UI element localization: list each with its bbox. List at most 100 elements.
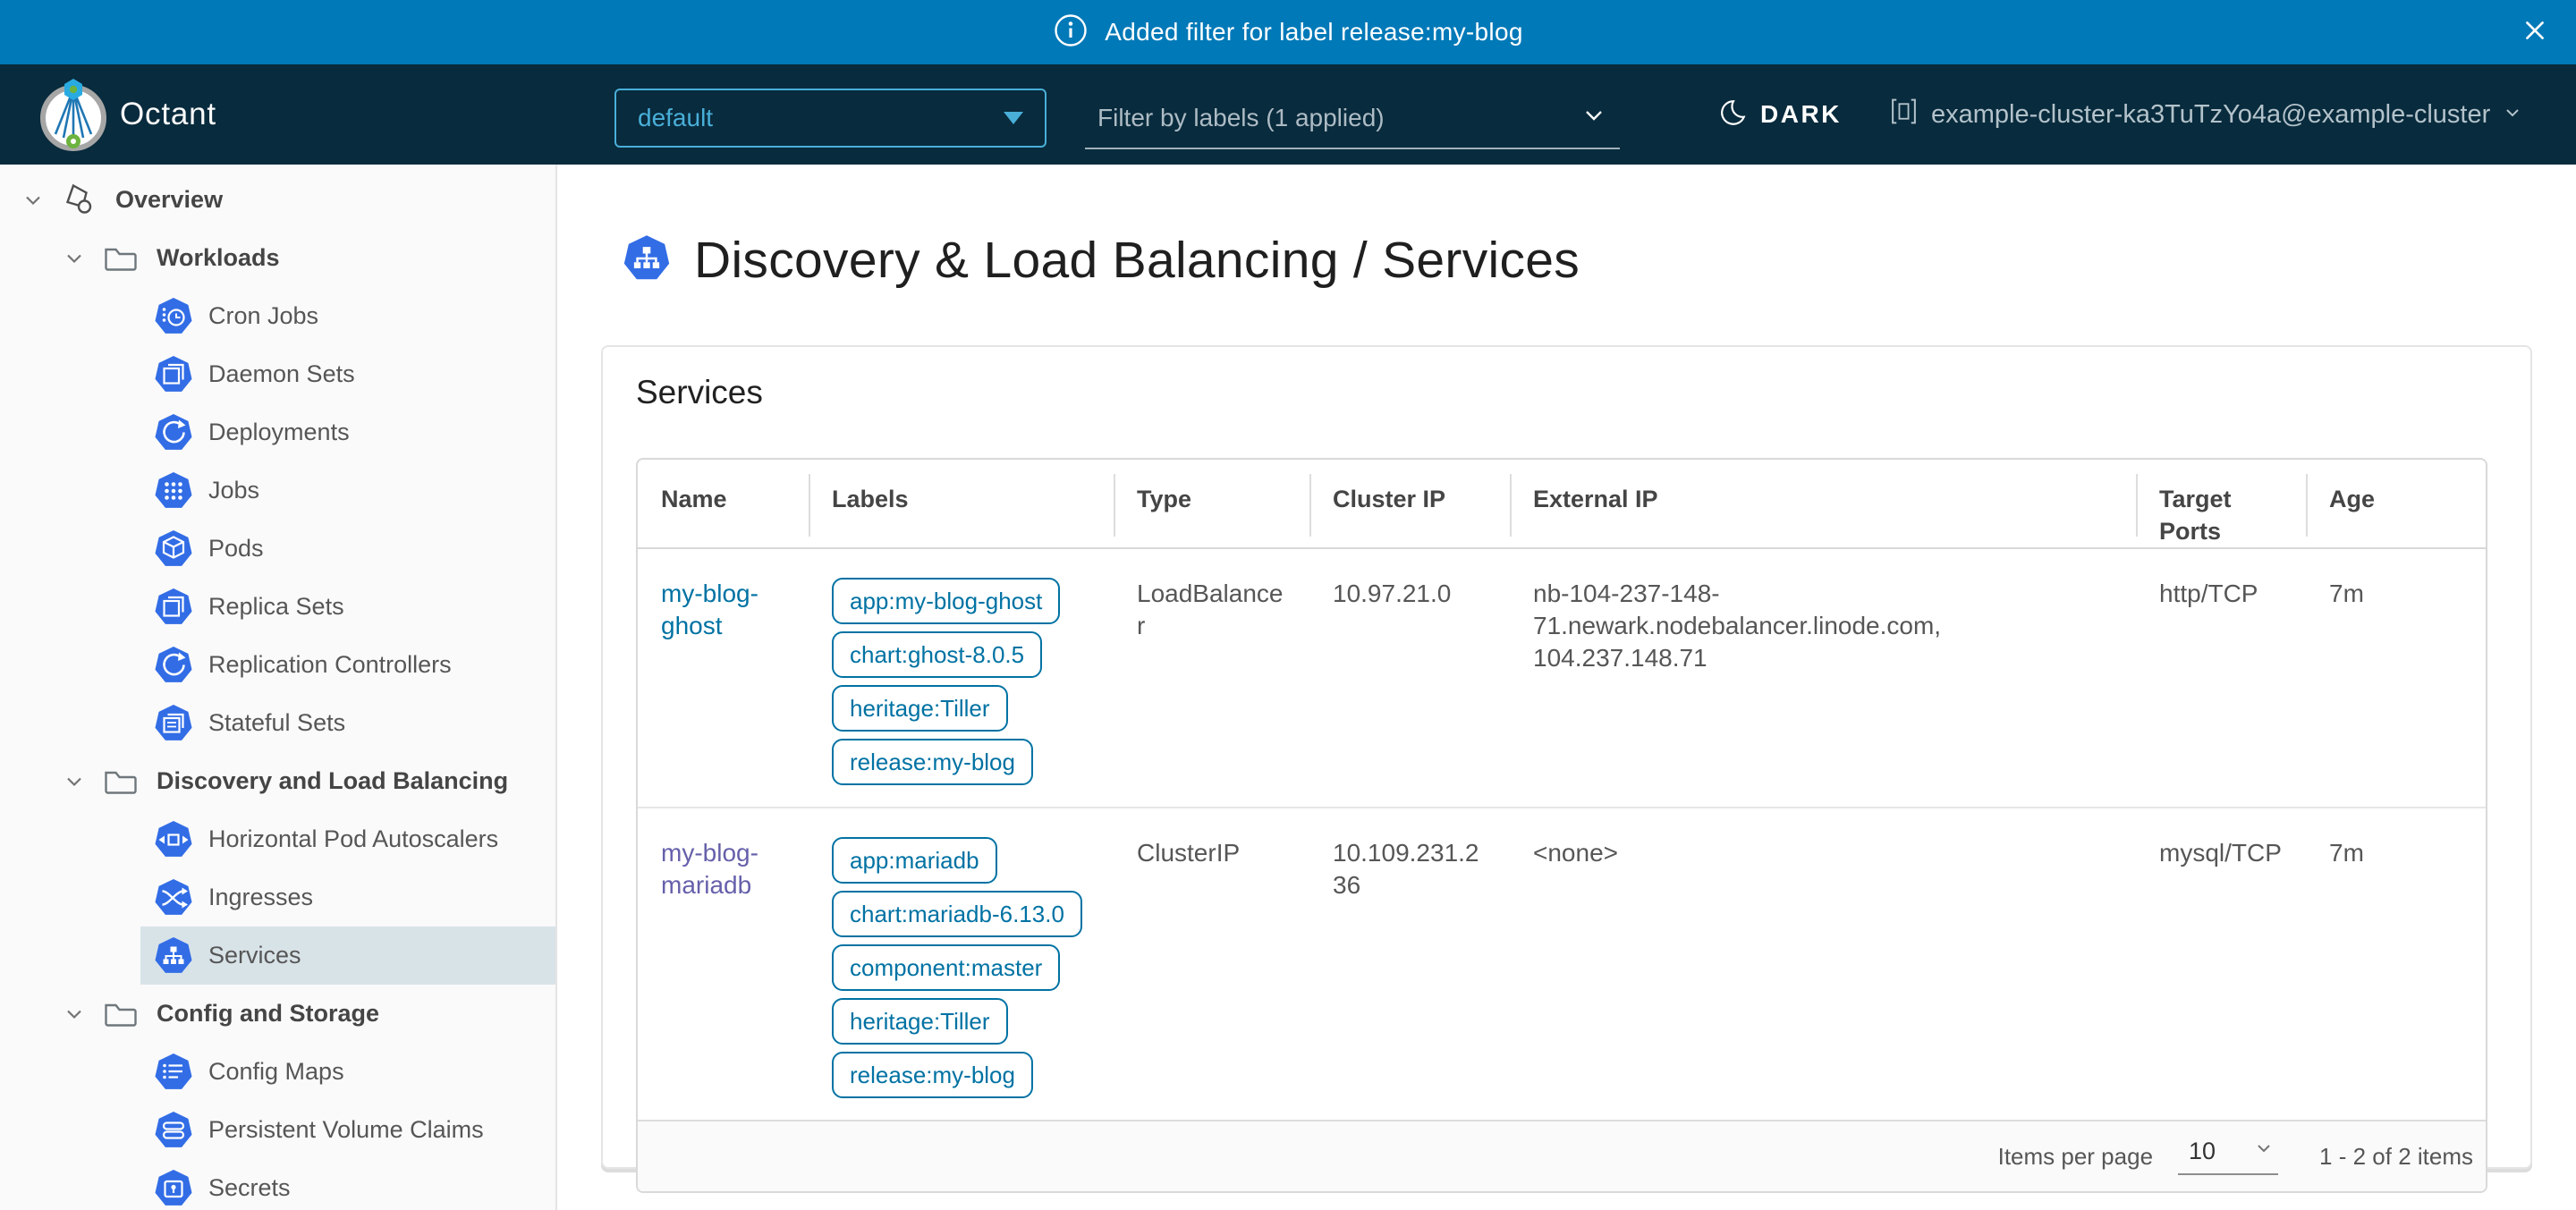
table-row: my-blog-ghost app:my-blog-ghost chart:ghos… [638,548,2487,808]
column-header-external-ip: External IP [1512,460,2138,548]
sidebar-item-jobs[interactable]: Jobs [0,461,555,520]
objects-icon [59,180,100,221]
services-icon [623,234,671,287]
label-chip[interactable]: app:mariadb [832,837,997,884]
items-per-page-select[interactable]: 10 [2178,1138,2278,1175]
close-icon [2518,13,2552,52]
column-header-cluster-ip: Cluster IP [1311,460,1512,548]
sidebar-item-label: Secrets [208,1174,291,1202]
sidebar-item-daemon-sets[interactable]: Daemon Sets [0,345,555,403]
table-footer: Items per page 10 1 - 2 of 2 items [638,1120,2486,1191]
replicationcontrollers-icon [154,646,193,685]
folder-icon [100,761,141,802]
sidebar-item-config-and-storage[interactable]: Config and Storage [0,985,555,1043]
label-chip[interactable]: chart:ghost-8.0.5 [832,631,1042,678]
column-header-age: Age [2308,460,2487,548]
label-chip[interactable]: release:my-blog [832,1052,1033,1098]
sidebar-item-overview[interactable]: Overview [0,171,555,229]
age-cell: 7m [2308,548,2487,808]
sidebar-item-secrets[interactable]: Secrets [0,1159,555,1210]
column-header-target-ports: Target Ports [2138,460,2308,548]
sidebar-item-persistent-volume-claims[interactable]: Persistent Volume Claims [0,1101,555,1159]
label-chip[interactable]: chart:mariadb-6.13.0 [832,891,1082,937]
services-table: NameLabelsTypeCluster IPExternal IPTarge… [636,458,2487,1193]
sidebar-item-replica-sets[interactable]: Replica Sets [0,578,555,636]
host-icon [1889,97,1919,133]
app-header: Octant default Filter by labels (1 appli… [0,64,2576,165]
app-title: Octant [120,64,216,165]
main-content: Discovery & Load Balancing / Services Se… [557,165,2576,1210]
ingresses-icon [154,878,193,918]
sidebar-item-workloads[interactable]: Workloads [0,229,555,287]
replicasets-icon [154,588,193,627]
service-link[interactable]: my-blog-ghost [661,580,758,639]
caret-down-icon [1004,112,1023,124]
service-link[interactable]: my-blog-mariadb [661,839,758,899]
label-chip[interactable]: heritage:Tiller [832,998,1008,1045]
sidebar-item-label: Ingresses [208,884,313,911]
chevron-down-icon [2503,100,2522,130]
chevron-down-icon[interactable] [63,249,86,268]
age-cell: 7m [2308,808,2487,1120]
chevron-down-icon[interactable] [63,772,86,791]
items-per-page-value: 10 [2189,1138,2216,1165]
chevron-down-icon[interactable] [63,1004,86,1024]
chevron-down-icon [2253,1138,2275,1165]
sidebar-item-discovery-and-load-balancing[interactable]: Discovery and Load Balancing [0,752,555,810]
sidebar-item-ingresses[interactable]: Ingresses [0,868,555,927]
chevron-down-icon [1580,102,1607,135]
sidebar-item-services[interactable]: Services [0,927,555,985]
sidebar-item-label: Services [208,942,301,969]
statefulsets-icon [154,704,193,743]
sidebar-item-label: Replication Controllers [208,651,452,679]
close-notification-button[interactable] [2517,14,2553,50]
pagination-range: 1 - 2 of 2 items [2319,1143,2473,1171]
folder-icon [100,994,141,1035]
chevron-down-icon[interactable] [21,190,45,210]
label-filter-dropdown[interactable]: Filter by labels (1 applied) [1085,89,1620,149]
page-title-row: Discovery & Load Balancing / Services [623,231,1580,290]
services-card: Services NameLabelsTypeCluster IPExterna… [601,345,2532,1169]
sidebar-item-label: Jobs [208,477,259,504]
service-type-cell: LoadBalancer [1115,548,1311,808]
sidebar-item-label: Discovery and Load Balancing [157,767,508,795]
sidebar-item-pods[interactable]: Pods [0,520,555,578]
sidebar-item-label: Overview [115,186,223,214]
deployments-icon [154,413,193,453]
page-title: Discovery & Load Balancing / Services [694,231,1580,290]
column-header-type: Type [1115,460,1311,548]
column-header-name: Name [638,460,810,548]
sidebar-item-cron-jobs[interactable]: Cron Jobs [0,287,555,345]
sidebar-item-label: Daemon Sets [208,360,355,388]
service-type-cell: ClusterIP [1115,808,1311,1120]
namespace-select[interactable]: default [614,89,1046,148]
sidebar-item-stateful-sets[interactable]: Stateful Sets [0,694,555,752]
sidebar-item-label: Cron Jobs [208,302,318,330]
external-ip-cell: <none> [1512,808,2138,1120]
label-filter-text: Filter by labels (1 applied) [1097,104,1385,132]
label-chip[interactable]: component:master [832,944,1060,991]
label-chip[interactable]: heritage:Tiller [832,685,1008,732]
cluster-name: example-cluster-ka3TuTzYo4a@example-clus… [1931,100,2490,130]
target-ports-cell: mysql/TCP [2138,808,2308,1120]
daemonsets-icon [154,355,193,394]
folder-icon [100,238,141,279]
sidebar-item-horizontal-pod-autoscalers[interactable]: Horizontal Pod Autoscalers [0,810,555,868]
table-row: my-blog-mariadb app:mariadb chart:mariadb-… [638,808,2487,1120]
external-ip-cell: nb-104-237-148-71.newark.nodebalancer.li… [1512,548,2138,808]
table-header-row: NameLabelsTypeCluster IPExternal IPTarge… [638,460,2487,548]
label-chip[interactable]: release:my-blog [832,739,1033,785]
namespace-value: default [638,104,713,132]
theme-toggle[interactable]: DARK [1717,64,1842,165]
sidebar-item-label: Workloads [157,244,280,272]
sidebar-item-replication-controllers[interactable]: Replication Controllers [0,636,555,694]
column-header-labels: Labels [810,460,1115,548]
target-ports-cell: http/TCP [2138,548,2308,808]
sidebar-item-config-maps[interactable]: Config Maps [0,1043,555,1101]
cluster-selector[interactable]: example-cluster-ka3TuTzYo4a@example-clus… [1889,64,2522,165]
label-chip[interactable]: app:my-blog-ghost [832,578,1060,624]
sidebar-item-label: Config and Storage [157,1000,379,1028]
pvc-icon [154,1111,193,1150]
sidebar-item-deployments[interactable]: Deployments [0,403,555,461]
jobs-icon [154,471,193,511]
